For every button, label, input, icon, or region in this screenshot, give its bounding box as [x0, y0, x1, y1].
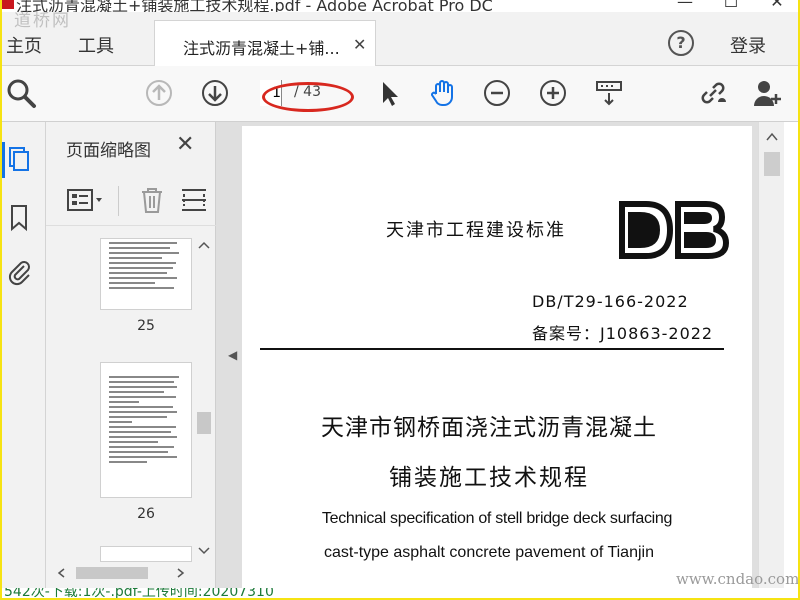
close-panel-icon[interactable]: ✕ — [176, 132, 194, 157]
window-title: 注式沥青混凝土+铺装施工技术规程.pdf - Adobe Acrobat Pro… — [16, 0, 493, 12]
scrollbar-thumb[interactable] — [764, 152, 780, 176]
status-text: 542次-下载:1次-.pdf-上传时间:20207310 — [4, 588, 274, 598]
thumbnail-panel: 页面缩略图 ✕ 25 26 — [46, 122, 216, 588]
close-tab-icon[interactable]: ✕ — [353, 35, 366, 54]
pdf-page: 天津市工程建设标准 DB/T29-166-2022 备案号：J10863-202… — [242, 126, 752, 588]
english-title-line-1: Technical specification of stell bridge … — [321, 510, 673, 527]
document-viewer: 天津市工程建设标准 DB/T29-166-2022 备案号：J10863-202… — [216, 122, 758, 588]
page-thumbnail-25[interactable] — [100, 238, 192, 310]
collapse-panel-arrow-icon[interactable]: ◀ — [228, 348, 237, 362]
thumbnail-options-icon[interactable] — [66, 184, 102, 216]
thumbnail-label: 25 — [137, 318, 155, 334]
thumbnail-text-lines — [109, 239, 185, 303]
title-bar: 注式沥青混凝土+铺装施工技术规程.pdf - Adobe Acrobat Pro… — [2, 0, 798, 12]
standard-code: DB/T29-166-2022 — [532, 292, 689, 311]
attachment-icon[interactable] — [4, 256, 34, 286]
standard-category: 天津市工程建设标准 — [386, 220, 566, 241]
page-number-input[interactable] — [260, 80, 282, 106]
minimize-button[interactable]: — — [662, 0, 708, 11]
extract-page-icon[interactable] — [178, 184, 214, 216]
zoom-out-icon[interactable] — [480, 76, 514, 110]
search-icon[interactable] — [4, 76, 38, 110]
bookmark-icon[interactable] — [4, 202, 34, 232]
thumbnail-text-lines — [109, 373, 185, 491]
chinese-title-line-2: 铺装施工技术规程 — [389, 465, 589, 491]
fit-page-icon[interactable] — [592, 76, 626, 110]
delete-page-icon[interactable] — [136, 184, 172, 216]
acrobat-app-icon — [2, 0, 14, 9]
horizontal-rule — [260, 348, 724, 350]
panel-title: 页面缩略图 — [66, 141, 151, 161]
panel-toolbar-divider — [118, 186, 119, 216]
close-window-button[interactable]: ✕ — [754, 0, 798, 11]
record-number: 备案号：J10863-2022 — [532, 324, 714, 343]
tab-home[interactable]: 主页 — [6, 32, 42, 58]
maximize-button[interactable]: ☐ — [708, 0, 754, 11]
tab-tools[interactable]: 工具 — [78, 32, 114, 58]
scroll-up-arrow-icon[interactable] — [759, 122, 785, 152]
toolbar: / 43 — [2, 66, 798, 122]
tab-document[interactable]: 注式沥青混凝土+铺... ✕ — [154, 20, 376, 66]
chinese-title-line-1: 天津市钢桥面浇注式沥青混凝土 — [321, 415, 657, 441]
left-navigation-rail — [2, 122, 46, 588]
add-user-icon[interactable] — [750, 76, 784, 110]
hand-tool-icon[interactable] — [426, 76, 460, 110]
next-page-icon[interactable] — [198, 76, 232, 110]
help-icon[interactable]: ? — [668, 30, 694, 56]
tab-bar: 主页 工具 注式沥青混凝土+铺... ✕ ? 登录 — [2, 12, 798, 66]
share-link-icon[interactable] — [696, 76, 730, 110]
login-button[interactable]: 登录 — [730, 32, 766, 58]
site-logo: 道桥网 — [14, 11, 71, 31]
thumbnail-label: 26 — [137, 506, 155, 522]
document-vertical-scrollbar[interactable] — [758, 122, 784, 588]
thumbnail-vertical-scrollbar[interactable] — [196, 238, 212, 560]
site-watermark: www.cndao.com — [676, 570, 798, 588]
previous-page-icon[interactable] — [142, 76, 176, 110]
page-thumbnails-icon[interactable] — [4, 144, 34, 174]
db-standard-logo — [619, 201, 730, 259]
page-total: / 43 — [294, 84, 321, 100]
acrobat-window: 注式沥青混凝土+铺装施工技术规程.pdf - Adobe Acrobat Pro… — [2, 0, 798, 598]
document-tab-label: 注式沥青混凝土+铺... — [183, 39, 340, 58]
zoom-in-icon[interactable] — [536, 76, 570, 110]
thumbnail-horizontal-scrollbar[interactable] — [48, 564, 194, 582]
page-thumbnail-26[interactable] — [100, 362, 192, 498]
select-cursor-icon[interactable] — [372, 76, 406, 110]
page-thumbnail-27[interactable] — [100, 546, 192, 562]
panel-toolbar — [46, 180, 216, 226]
status-bar: 542次-下载:1次-.pdf-上传时间:20207310 — [2, 588, 798, 598]
english-title-line-2: cast-type asphalt concrete pavement of T… — [324, 544, 654, 561]
